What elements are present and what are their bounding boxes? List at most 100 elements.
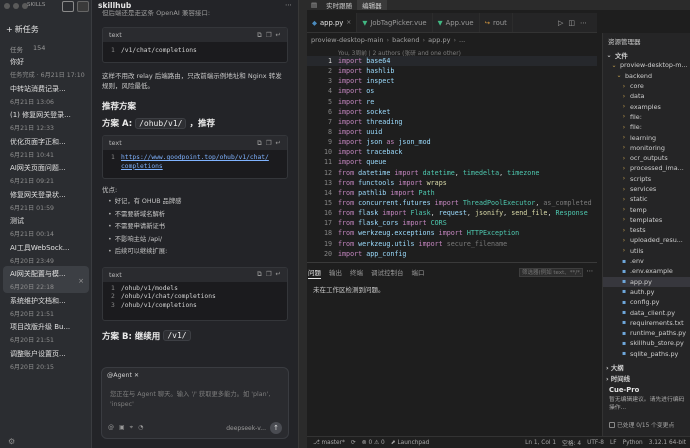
tree-folder[interactable]: ⌄ proview-desktop-m...: [603, 60, 690, 70]
breadcrumb-item[interactable]: app.py: [428, 36, 450, 44]
wrap-icon[interactable]: ⧉: [257, 270, 262, 279]
tree-file[interactable]: ▪ sqlite_paths.py: [603, 349, 690, 359]
settings-icon[interactable]: ⚙: [8, 437, 15, 446]
chat-input[interactable]: 您正在与 Agent 聊天。输入 '/' 获取更多能力。如 'plan', 'i…: [110, 390, 282, 409]
split-editor-icon[interactable]: ◫: [568, 19, 575, 27]
new-task-button[interactable]: + 新任务: [6, 24, 39, 35]
tab-editor[interactable]: 编辑器: [357, 0, 387, 10]
tree-folder[interactable]: › core: [603, 81, 690, 91]
tree-folder[interactable]: › file:: [603, 122, 690, 132]
tree-folder[interactable]: › temp: [603, 204, 690, 214]
panel-tab[interactable]: 问题: [308, 267, 321, 279]
ide-menu-icon[interactable]: ▤: [307, 1, 321, 9]
indentation[interactable]: 空格: 4: [562, 438, 581, 447]
insert-icon[interactable]: ↵: [276, 270, 281, 279]
code-line[interactable]: 10 import traceback: [307, 147, 597, 157]
code-link-cont[interactable]: completions: [121, 163, 163, 170]
agent-selector[interactable]: @Agent ✕: [107, 372, 139, 379]
task-item[interactable]: AI工具WebSock... 6月20日 23:49: [0, 240, 92, 267]
tree-folder[interactable]: › examples: [603, 101, 690, 111]
tree-folder[interactable]: › file:: [603, 112, 690, 122]
attach-icon[interactable]: @: [108, 424, 114, 432]
history-icon[interactable]: ◔: [138, 424, 143, 432]
copy-icon[interactable]: ❐: [266, 139, 272, 148]
editor-tab[interactable]: ▼ App.vue: [433, 13, 480, 32]
insert-icon[interactable]: ↵: [276, 139, 281, 148]
problems-count[interactable]: ⊗ 0 ⚠ 0: [362, 440, 385, 446]
code-line[interactable]: 18 from werkzeug.exceptions import HTTPEx…: [307, 228, 597, 238]
code-line[interactable]: 5 import re: [307, 97, 597, 107]
problems-filter-input[interactable]: 筛选器(例如 text、**/*...: [519, 268, 583, 277]
code-line[interactable]: 3 import inspect: [307, 76, 597, 86]
sidebar-toggle-icon[interactable]: [62, 1, 74, 12]
tree-folder[interactable]: › learning: [603, 132, 690, 142]
breadcrumb-item[interactable]: ...: [459, 36, 465, 44]
more-icon[interactable]: ⋯: [285, 1, 292, 9]
code-line[interactable]: 6 import socket: [307, 107, 597, 117]
eol[interactable]: LF: [610, 440, 617, 446]
code-line[interactable]: 4 import os: [307, 86, 597, 96]
code-line[interactable]: 17 from flask_cors import CORS: [307, 218, 597, 228]
task-item[interactable]: AI网关配置与模... 6月20日 22:18 ×: [3, 266, 89, 293]
tree-folder[interactable]: › processed_ima...: [603, 163, 690, 173]
task-item[interactable]: 项目改版升级 Bu... 6月20日 21:51: [0, 319, 92, 346]
code-line[interactable]: 11 import queue: [307, 157, 597, 167]
launchpad-button[interactable]: ⬈ Launchpad: [391, 440, 430, 446]
interpreter[interactable]: 3.12.1 64-bit: [649, 440, 690, 446]
editor-tab[interactable]: ↪ rout: [480, 13, 513, 32]
copy-icon[interactable]: ❐: [266, 270, 272, 279]
panel-tab[interactable]: 调试控制台: [371, 267, 404, 279]
tree-file[interactable]: ▪ config.py: [603, 297, 690, 307]
insert-icon[interactable]: ↵: [276, 31, 281, 40]
files-section[interactable]: ⌄ 文件: [603, 50, 690, 60]
panel-tab[interactable]: 终端: [350, 267, 363, 279]
task-item[interactable]: 系统维护文档和... 6月20日 21:51: [0, 293, 92, 320]
tree-folder[interactable]: ⌄ backend: [603, 71, 690, 81]
timeline-section[interactable]: › 时间线: [606, 374, 630, 383]
wrap-icon[interactable]: ⧉: [257, 139, 262, 148]
sync-icon[interactable]: ⟳: [351, 440, 356, 446]
encoding[interactable]: UTF-8: [587, 440, 604, 446]
more-actions-icon[interactable]: ⋯: [580, 19, 587, 27]
tree-folder[interactable]: › tests: [603, 225, 690, 235]
code-line[interactable]: 2 import hashlib: [307, 66, 597, 76]
chat-composer[interactable]: @Agent ✕ 您正在与 Agent 聊天。输入 '/' 获取更多能力。如 '…: [101, 367, 289, 439]
panel-tab[interactable]: 输出: [329, 267, 342, 279]
wrap-icon[interactable]: ⧉: [257, 31, 262, 40]
tree-file[interactable]: ▪ .env.example: [603, 266, 690, 276]
tree-folder[interactable]: › data: [603, 91, 690, 101]
tree-folder[interactable]: › static: [603, 194, 690, 204]
close-icon[interactable]: ×: [78, 277, 84, 285]
send-button[interactable]: ↑: [270, 422, 282, 434]
branch-indicator[interactable]: ⎇ master*: [313, 440, 345, 446]
code-line[interactable]: 16 from flask import Flask, request, json…: [307, 208, 597, 218]
breadcrumb-item[interactable]: proview-desktop-main: [311, 36, 383, 44]
tree-folder[interactable]: › ocr_outputs: [603, 153, 690, 163]
breadcrumb-item[interactable]: backend: [392, 36, 419, 44]
sidebar-panel-icon[interactable]: [77, 1, 89, 12]
tree-file[interactable]: ▪ runtime_paths.py: [603, 328, 690, 338]
code-line[interactable]: 13 from functools import wraps: [307, 178, 597, 188]
model-selector[interactable]: deepseek-v...: [226, 425, 266, 432]
code-line[interactable]: 14 from pathlib import Path: [307, 188, 597, 198]
task-item[interactable]: 调整账户设置页... 6月20日 20:15: [0, 346, 92, 373]
tree-folder[interactable]: › services: [603, 184, 690, 194]
editor-tab[interactable]: ▼ JobTagPicker.vue: [357, 13, 433, 32]
run-icon[interactable]: ▷: [558, 19, 563, 27]
copy-icon[interactable]: ❐: [266, 31, 272, 40]
editor-tab[interactable]: ◆ app.py ×: [307, 13, 358, 32]
code-line[interactable]: 15 from concurrent.futures import ThreadP…: [307, 198, 597, 208]
code-line[interactable]: 19 from werkzeug.utils import secure_file…: [307, 239, 597, 249]
task-item[interactable]: AI网关页面问题... 6月21日 09:21: [0, 160, 92, 187]
pin-icon[interactable]: ⌖: [130, 424, 133, 432]
minimize-window-icon[interactable]: [13, 3, 19, 9]
code-line[interactable]: 9 import json as json_mod: [307, 137, 597, 147]
tree-folder[interactable]: › utils: [603, 246, 690, 256]
close-icon[interactable]: ×: [346, 19, 351, 26]
task-item[interactable]: 优化页面字正和... 6月21日 10:41: [0, 134, 92, 161]
tab-live-follow[interactable]: 实时跟随: [321, 0, 357, 10]
cursor-position[interactable]: Ln 1, Col 1: [525, 440, 556, 446]
tree-folder[interactable]: › uploaded_resu...: [603, 235, 690, 245]
code-link[interactable]: https://www.goodpoint.top/ohub/v1/chat/: [121, 154, 269, 161]
panel-tab[interactable]: 端口: [412, 267, 425, 279]
